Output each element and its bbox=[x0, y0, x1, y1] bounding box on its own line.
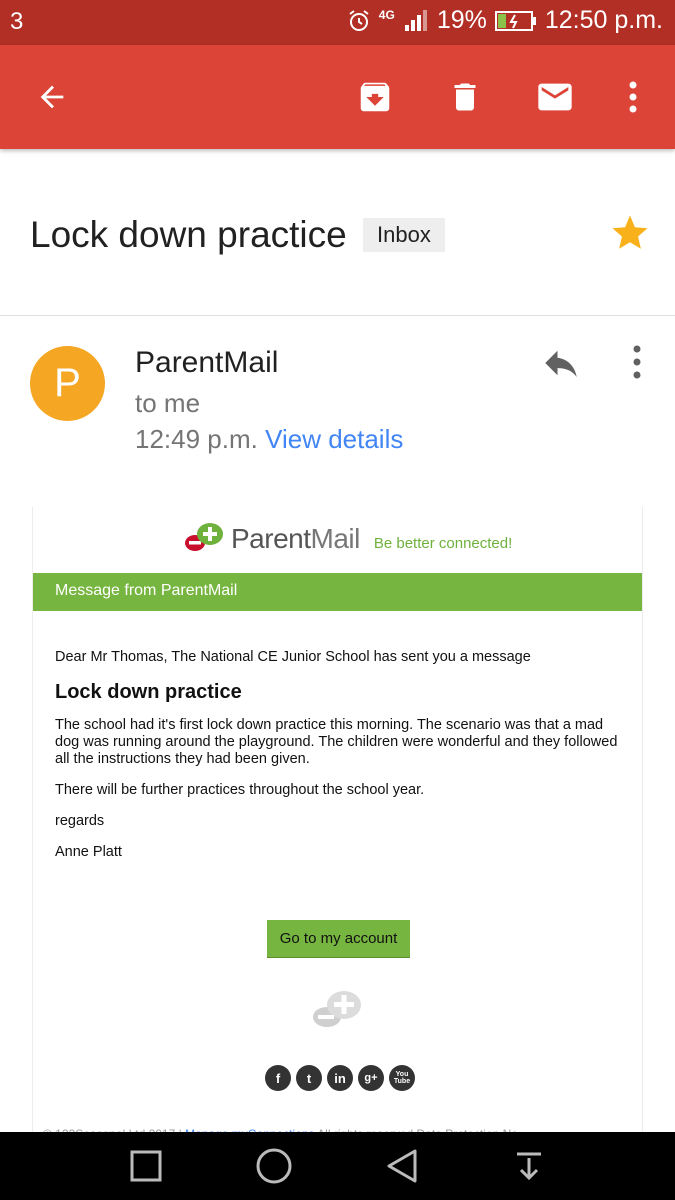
avatar: P bbox=[30, 346, 105, 421]
square-icon bbox=[130, 1150, 162, 1182]
archive-button[interactable] bbox=[353, 75, 397, 119]
signature: Anne Platt bbox=[55, 844, 122, 860]
message-more-button[interactable] bbox=[624, 342, 650, 386]
more-options-button[interactable] bbox=[611, 75, 655, 119]
circle-icon bbox=[256, 1148, 292, 1184]
pull-down-icon bbox=[517, 1152, 541, 1181]
notification-count: 3 bbox=[10, 8, 24, 35]
inbox-label[interactable]: Inbox bbox=[363, 218, 445, 252]
app-bar bbox=[0, 45, 675, 149]
message-heading: Lock down practice bbox=[55, 681, 242, 703]
network-type: 4G bbox=[378, 7, 395, 22]
subject-header: Lock down practice Inbox bbox=[0, 150, 675, 316]
twitter-icon[interactable]: t bbox=[296, 1065, 322, 1091]
signal-icon bbox=[404, 9, 427, 31]
delete-button[interactable] bbox=[443, 75, 487, 119]
reply-button[interactable] bbox=[540, 342, 584, 386]
star-button[interactable] bbox=[609, 212, 653, 256]
status-icons: 4G 19% 12:50 p.m. bbox=[347, 6, 663, 35]
greeting: Dear Mr Thomas, The National CE Junior S… bbox=[55, 649, 531, 665]
reply-icon bbox=[545, 350, 577, 377]
message-content: Dear Mr Thomas, The National CE Junior S… bbox=[55, 649, 625, 875]
trash-icon bbox=[454, 83, 476, 111]
clock: 12:50 p.m. bbox=[544, 6, 663, 34]
signoff: regards bbox=[55, 813, 105, 829]
paragraph: There will be further practices througho… bbox=[55, 782, 425, 798]
back-nav-button[interactable] bbox=[380, 1144, 424, 1188]
social-links: f t in g+ You Tube bbox=[265, 1065, 415, 1091]
home-button[interactable] bbox=[252, 1144, 296, 1188]
facebook-icon[interactable]: f bbox=[265, 1065, 291, 1091]
arrow-left-icon bbox=[40, 85, 64, 109]
footer-logo-icon bbox=[308, 987, 368, 1031]
system-nav-bar bbox=[0, 1132, 675, 1200]
notification-pull-button[interactable] bbox=[507, 1144, 551, 1188]
paragraph: The school had it's first lock down prac… bbox=[55, 717, 618, 767]
view-details-link[interactable]: View details bbox=[265, 424, 403, 454]
alarm-icon bbox=[349, 9, 369, 31]
recipient-line: to me bbox=[135, 388, 201, 418]
message-header: P ParentMail to me 12:49 p.m. View detai… bbox=[0, 318, 675, 498]
parentmail-logo: ParentMail Be better connected! bbox=[183, 521, 512, 557]
time-line: 12:49 p.m. View details bbox=[135, 424, 403, 455]
go-to-account-button[interactable]: Go to my account bbox=[267, 920, 410, 958]
youtube-icon[interactable]: You Tube bbox=[389, 1065, 415, 1091]
parentmail-logo-icon bbox=[185, 523, 223, 551]
more-vertical-icon bbox=[629, 81, 637, 113]
battery-percent: 19% bbox=[436, 6, 487, 34]
recents-button[interactable] bbox=[124, 1144, 168, 1188]
archive-icon bbox=[360, 82, 390, 112]
triangle-back-icon bbox=[387, 1149, 417, 1183]
email-subject: Lock down practice bbox=[30, 214, 347, 255]
back-button[interactable] bbox=[30, 75, 74, 119]
mail-icon bbox=[538, 83, 572, 111]
email-body: ParentMail Be better connected! Message … bbox=[32, 507, 643, 1147]
battery-icon bbox=[494, 10, 536, 31]
more-vertical-icon bbox=[633, 345, 641, 379]
message-banner: Message from ParentMail bbox=[33, 573, 642, 611]
message-time: 12:49 p.m. bbox=[135, 424, 258, 454]
sender-name: ParentMail bbox=[135, 346, 279, 379]
linkedin-icon[interactable]: in bbox=[327, 1065, 353, 1091]
logo-tagline: Be better connected! bbox=[373, 534, 513, 552]
status-bar: 3 4G 19% 12:50 p.m. bbox=[0, 0, 675, 45]
star-icon bbox=[612, 215, 648, 249]
google-plus-icon[interactable]: g+ bbox=[358, 1065, 384, 1091]
logo-wordmark: ParentMail bbox=[231, 523, 360, 554]
mark-unread-button[interactable] bbox=[533, 75, 577, 119]
